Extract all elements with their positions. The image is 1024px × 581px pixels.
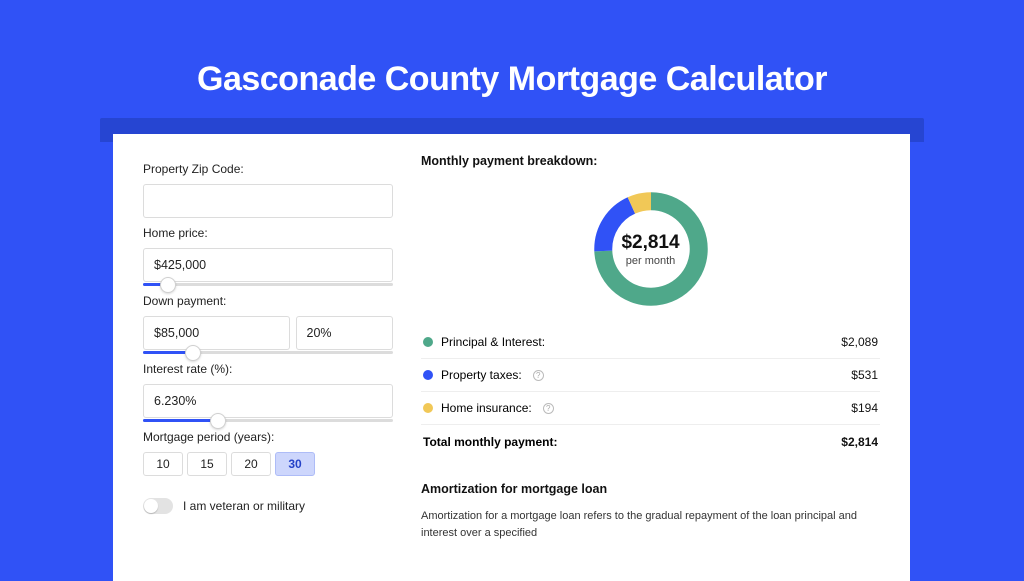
donut-amount: $2,814 <box>621 232 679 254</box>
period-options: 10 15 20 30 <box>143 452 393 476</box>
slider-thumb[interactable] <box>210 413 226 429</box>
donut-chart: $2,814 per month <box>588 186 714 312</box>
legend-value-insurance: $194 <box>851 401 878 415</box>
period-option-20[interactable]: 20 <box>231 452 271 476</box>
down-payment-label: Down payment: <box>143 294 393 308</box>
down-payment-slider[interactable] <box>143 351 393 354</box>
swatch-insurance <box>423 403 433 413</box>
legend-value-taxes: $531 <box>851 368 878 382</box>
home-price-input[interactable] <box>143 248 393 282</box>
amortization-body: Amortization for a mortgage loan refers … <box>421 508 880 541</box>
period-option-30[interactable]: 30 <box>275 452 315 476</box>
home-price-slider[interactable] <box>143 283 393 286</box>
slider-thumb[interactable] <box>160 277 176 293</box>
legend-label-taxes: Property taxes: <box>441 368 522 382</box>
inputs-column: Property Zip Code: Home price: Down paym… <box>143 154 393 541</box>
donut-per-month: per month <box>626 255 676 267</box>
home-price-label: Home price: <box>143 226 393 240</box>
legend-row-taxes: Property taxes: ? $531 <box>421 359 880 392</box>
donut-chart-wrap: $2,814 per month <box>421 172 880 326</box>
amortization-title: Amortization for mortgage loan <box>421 482 880 496</box>
legend-row-insurance: Home insurance: ? $194 <box>421 392 880 425</box>
swatch-taxes <box>423 370 433 380</box>
down-payment-amount-input[interactable] <box>143 316 290 350</box>
down-payment-pct-input[interactable] <box>296 316 393 350</box>
interest-rate-slider[interactable] <box>143 419 393 422</box>
period-option-10[interactable]: 10 <box>143 452 183 476</box>
legend-label-principal: Principal & Interest: <box>441 335 545 349</box>
page-title: Gasconade County Mortgage Calculator <box>0 0 1024 125</box>
legend-value-principal: $2,089 <box>841 335 878 349</box>
interest-rate-input[interactable] <box>143 384 393 418</box>
interest-rate-label: Interest rate (%): <box>143 362 393 376</box>
legend-row-principal: Principal & Interest: $2,089 <box>421 326 880 359</box>
period-option-15[interactable]: 15 <box>187 452 227 476</box>
calculator-card: Property Zip Code: Home price: Down paym… <box>113 134 910 581</box>
breakdown-title: Monthly payment breakdown: <box>421 154 880 168</box>
veteran-label: I am veteran or military <box>183 499 305 513</box>
period-label: Mortgage period (years): <box>143 430 393 444</box>
help-icon[interactable]: ? <box>533 370 544 381</box>
legend-value-total: $2,814 <box>841 435 878 449</box>
legend-row-total: Total monthly payment: $2,814 <box>421 425 880 458</box>
slider-thumb[interactable] <box>185 345 201 361</box>
legend-label-total: Total monthly payment: <box>423 435 557 449</box>
legend-label-insurance: Home insurance: <box>441 401 532 415</box>
help-icon[interactable]: ? <box>543 403 554 414</box>
breakdown-column: Monthly payment breakdown: $2,814 per mo… <box>421 154 880 541</box>
swatch-principal <box>423 337 433 347</box>
zip-label: Property Zip Code: <box>143 162 393 176</box>
zip-input[interactable] <box>143 184 393 218</box>
